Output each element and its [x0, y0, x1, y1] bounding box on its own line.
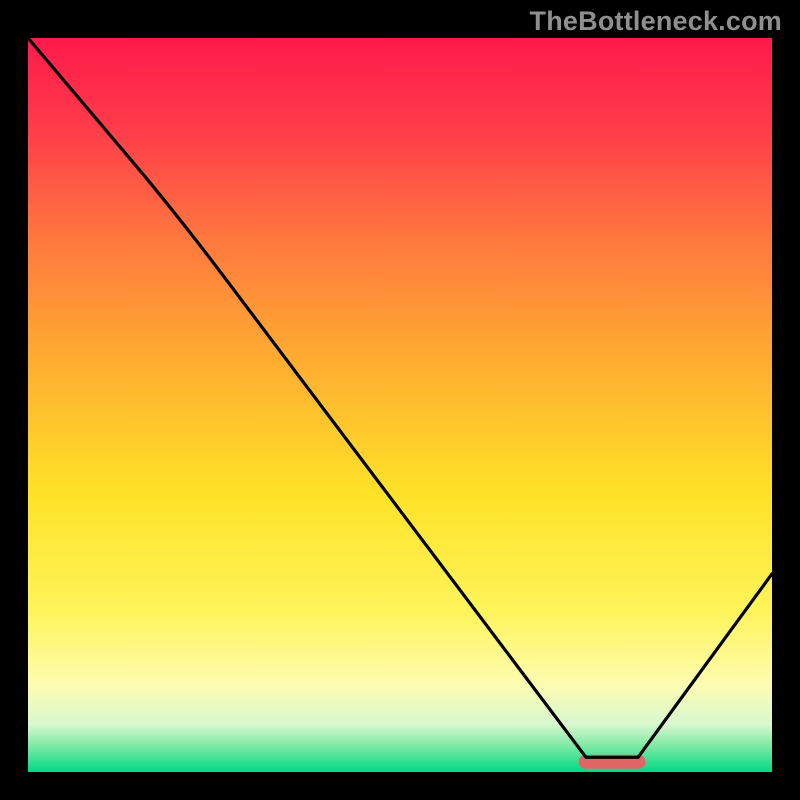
- gradient-background: [28, 38, 772, 772]
- plot-area: [28, 38, 772, 772]
- chart-frame: TheBottleneck.com: [0, 0, 800, 800]
- chart-svg: [28, 38, 772, 772]
- watermark-text: TheBottleneck.com: [530, 6, 782, 37]
